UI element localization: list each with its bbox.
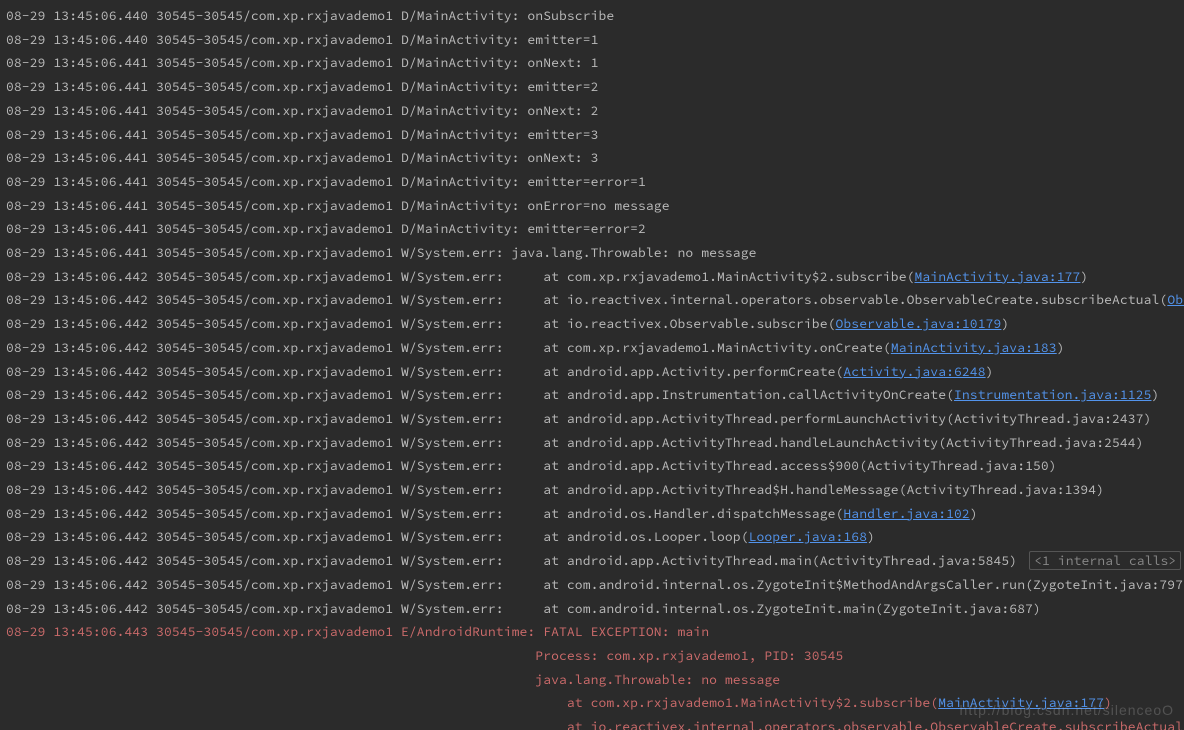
- log-line: 08-29 13:45:06.442 30545-30545/com.xp.rx…: [6, 383, 1182, 407]
- log-line: 08-29 13:45:06.442 30545-30545/com.xp.rx…: [6, 265, 1182, 289]
- log-line: 08-29 13:45:06.441 30545-30545/com.xp.rx…: [6, 146, 1182, 170]
- internal-calls-badge[interactable]: <1 internal calls>: [1029, 551, 1181, 570]
- log-line: 08-29 13:45:06.442 30545-30545/com.xp.rx…: [6, 407, 1182, 431]
- source-link[interactable]: MainActivity.java:177: [915, 268, 1081, 285]
- source-link[interactable]: MainActivity.java:183: [891, 339, 1057, 356]
- source-link[interactable]: Looper.java:168: [749, 528, 868, 545]
- log-line: 08-29 13:45:06.440 30545-30545/com.xp.rx…: [6, 4, 1182, 28]
- log-line: 08-29 13:45:06.441 30545-30545/com.xp.rx…: [6, 75, 1182, 99]
- source-link[interactable]: Observable.java:10179: [836, 315, 1002, 332]
- log-line: at io.reactivex.internal.operators.obser…: [6, 715, 1182, 730]
- log-line: 08-29 13:45:06.442 30545-30545/com.xp.rx…: [6, 597, 1182, 621]
- log-line: 08-29 13:45:06.441 30545-30545/com.xp.rx…: [6, 123, 1182, 147]
- log-line: 08-29 13:45:06.442 30545-30545/com.xp.rx…: [6, 478, 1182, 502]
- log-line: 08-29 13:45:06.441 30545-30545/com.xp.rx…: [6, 170, 1182, 194]
- log-line: 08-29 13:45:06.442 30545-30545/com.xp.rx…: [6, 502, 1182, 526]
- source-link[interactable]: Activity.java:6248: [843, 363, 985, 380]
- log-line: 08-29 13:45:06.442 30545-30545/com.xp.rx…: [6, 336, 1182, 360]
- source-link[interactable]: Instrumentation.java:1125: [954, 386, 1152, 403]
- log-line: 08-29 13:45:06.442 30545-30545/com.xp.rx…: [6, 431, 1182, 455]
- source-link[interactable]: Observabl: [1167, 291, 1184, 308]
- log-line: 08-29 13:45:06.442 30545-30545/com.xp.rx…: [6, 549, 1182, 573]
- source-link[interactable]: MainActivity.java:177: [938, 694, 1104, 711]
- log-line: 08-29 13:45:06.442 30545-30545/com.xp.rx…: [6, 288, 1182, 312]
- log-line: Process: com.xp.rxjavademo1, PID: 30545: [6, 644, 1182, 668]
- source-link[interactable]: Handler.java:102: [843, 505, 969, 522]
- log-line: 08-29 13:45:06.441 30545-30545/com.xp.rx…: [6, 51, 1182, 75]
- logcat-output: 08-29 13:45:06.440 30545-30545/com.xp.rx…: [0, 0, 1184, 730]
- log-line: 08-29 13:45:06.441 30545-30545/com.xp.rx…: [6, 99, 1182, 123]
- log-line: 08-29 13:45:06.442 30545-30545/com.xp.rx…: [6, 573, 1182, 597]
- log-line: at com.xp.rxjavademo1.MainActivity$2.sub…: [6, 691, 1182, 715]
- log-line: 08-29 13:45:06.441 30545-30545/com.xp.rx…: [6, 241, 1182, 265]
- log-line: 08-29 13:45:06.442 30545-30545/com.xp.rx…: [6, 454, 1182, 478]
- log-line: 08-29 13:45:06.443 30545-30545/com.xp.rx…: [6, 620, 1182, 644]
- log-line: java.lang.Throwable: no message: [6, 668, 1182, 692]
- log-line: 08-29 13:45:06.442 30545-30545/com.xp.rx…: [6, 312, 1182, 336]
- log-line: 08-29 13:45:06.441 30545-30545/com.xp.rx…: [6, 217, 1182, 241]
- log-line: 08-29 13:45:06.442 30545-30545/com.xp.rx…: [6, 360, 1182, 384]
- log-line: 08-29 13:45:06.441 30545-30545/com.xp.rx…: [6, 194, 1182, 218]
- log-line: 08-29 13:45:06.440 30545-30545/com.xp.rx…: [6, 28, 1182, 52]
- log-line: 08-29 13:45:06.442 30545-30545/com.xp.rx…: [6, 525, 1182, 549]
